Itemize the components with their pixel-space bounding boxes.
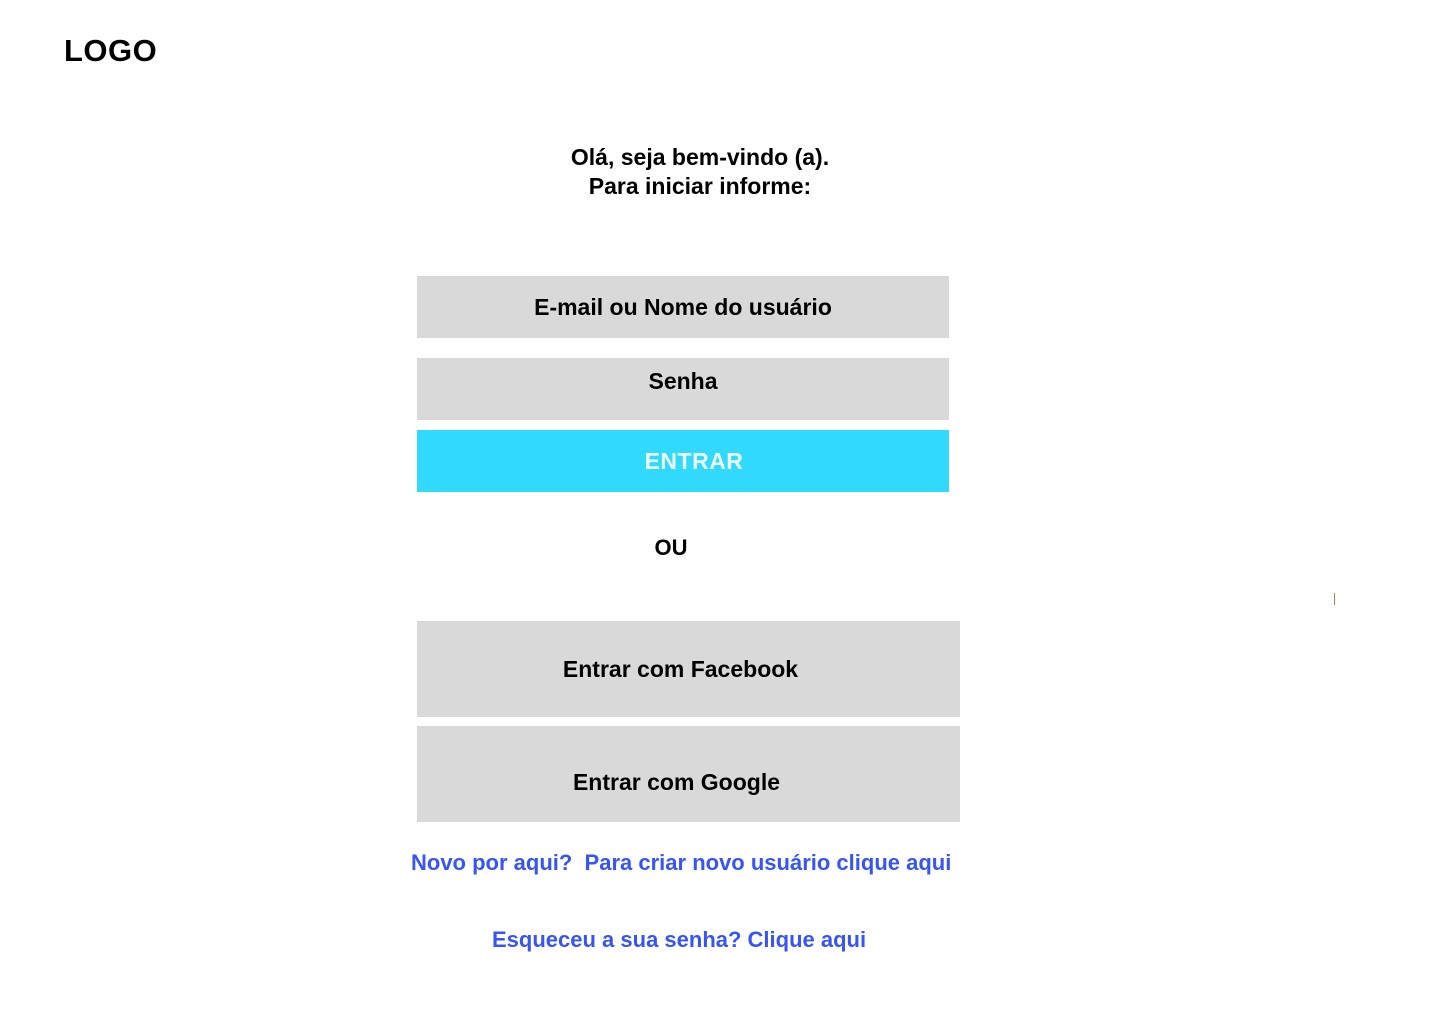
facebook-login-button[interactable]: Entrar com Facebook bbox=[417, 621, 960, 717]
password-input[interactable] bbox=[417, 358, 949, 420]
google-login-button[interactable]: Entrar com Google bbox=[417, 726, 960, 822]
forgot-password-link[interactable]: Esqueceu a sua senha? Clique aqui bbox=[492, 927, 866, 953]
create-account-link[interactable]: Novo por aqui? Para criar novo usuário c… bbox=[411, 850, 951, 876]
enter-button[interactable]: ENTRAR bbox=[417, 430, 949, 492]
facebook-login-label: Entrar com Facebook bbox=[562, 655, 799, 682]
logo: LOGO bbox=[64, 33, 158, 68]
greeting-line-2: Para iniciar informe: bbox=[588, 173, 812, 199]
google-login-label: Entrar com Google bbox=[572, 768, 781, 795]
text-cursor-mark bbox=[1334, 593, 1335, 605]
or-divider-label: OU bbox=[654, 535, 688, 560]
greeting-line-1: Olá, seja bem-vindo (a). bbox=[570, 144, 830, 170]
greeting: Olá, seja bem-vindo (a). Para iniciar in… bbox=[420, 143, 980, 201]
username-input[interactable] bbox=[417, 276, 949, 338]
